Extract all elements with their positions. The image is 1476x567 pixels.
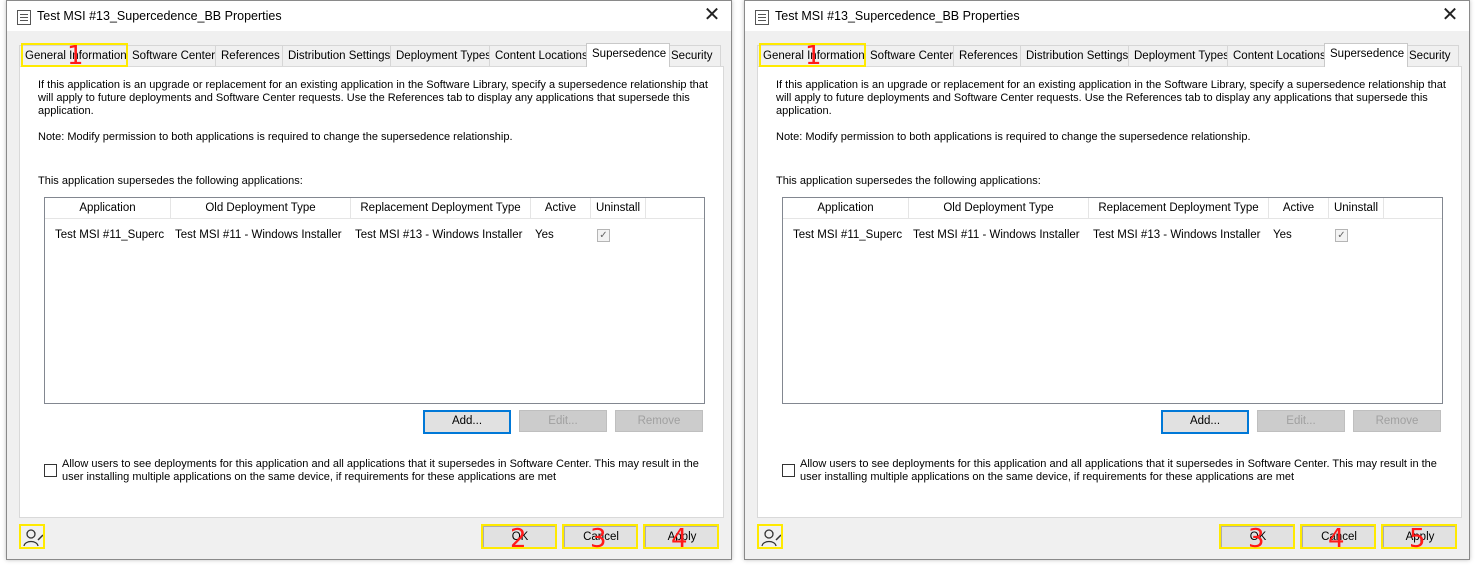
- tab-distribution-settings[interactable]: Distribution Settings: [282, 45, 395, 66]
- allow-users-checkbox[interactable]: [782, 464, 795, 477]
- cell-replacement-deployment-type[interactable]: Test MSI #13 - Windows Installer (: [1093, 228, 1263, 243]
- allow-users-label: Allow users to see deployments for this …: [62, 458, 699, 483]
- list-caption: This application supersedes the followin…: [38, 175, 303, 187]
- edit-button[interactable]: Edit...: [519, 410, 607, 432]
- cancel-button[interactable]: Cancel: [1302, 526, 1376, 548]
- remove-button[interactable]: Remove: [1353, 410, 1441, 432]
- feedback-icon[interactable]: [21, 525, 47, 549]
- supersedence-list[interactable]: Application Old Deployment Type Replacem…: [782, 197, 1443, 404]
- ok-button[interactable]: OK: [1221, 526, 1295, 548]
- add-button[interactable]: Add...: [1161, 410, 1249, 434]
- column-header-old-deployment-type[interactable]: Old Deployment Type: [171, 198, 351, 218]
- column-header-application[interactable]: Application: [45, 198, 171, 218]
- tab-content-locations[interactable]: Content Locations: [489, 45, 591, 66]
- tab-security[interactable]: Security: [665, 45, 721, 66]
- column-header-uninstall[interactable]: Uninstall: [1329, 198, 1384, 218]
- title-bar: Test MSI #13_Supercedence_BB Properties …: [7, 1, 731, 31]
- header-divider: [783, 218, 1442, 219]
- list-caption: This application supersedes the followin…: [776, 175, 1041, 187]
- ok-button[interactable]: OK: [483, 526, 557, 548]
- tab-supersedence[interactable]: Supersedence: [586, 43, 670, 67]
- properties-icon: [755, 10, 769, 25]
- cell-active[interactable]: Yes: [535, 228, 575, 243]
- column-header-replacement-deployment-type[interactable]: Replacement Deployment Type: [1089, 198, 1269, 218]
- properties-dialog-right: Test MSI #13_Supercedence_BB Properties …: [744, 0, 1470, 560]
- column-header-application[interactable]: Application: [783, 198, 909, 218]
- cell-old-deployment-type[interactable]: Test MSI #11 - Windows Installer (: [913, 228, 1083, 243]
- tab-strip: General Information Software Center Refe…: [19, 43, 725, 67]
- cell-application[interactable]: Test MSI #11_Superc: [55, 228, 167, 243]
- tab-general-information[interactable]: General Information: [19, 45, 131, 66]
- properties-dialog-left: Test MSI #13_Supercedence_BB Properties …: [6, 0, 732, 560]
- tab-references[interactable]: References: [953, 45, 1025, 66]
- add-button[interactable]: Add...: [423, 410, 511, 434]
- column-header-replacement-deployment-type[interactable]: Replacement Deployment Type: [351, 198, 531, 218]
- dialog-title: Test MSI #13_Supercedence_BB Properties: [37, 9, 282, 23]
- tab-supersedence[interactable]: Supersedence: [1324, 43, 1408, 67]
- cell-old-deployment-type[interactable]: Test MSI #11 - Windows Installer (: [175, 228, 345, 243]
- tab-content-locations[interactable]: Content Locations: [1227, 45, 1329, 66]
- supersedence-list[interactable]: Application Old Deployment Type Replacem…: [44, 197, 705, 404]
- tab-references[interactable]: References: [215, 45, 287, 66]
- column-header-active[interactable]: Active: [1269, 198, 1329, 218]
- tab-software-center[interactable]: Software Center: [126, 45, 220, 66]
- supersedence-panel: If this application is an upgrade or rep…: [757, 66, 1462, 518]
- supersedence-panel: If this application is an upgrade or rep…: [19, 66, 724, 518]
- close-icon[interactable]: ✕: [1439, 5, 1461, 27]
- cancel-button[interactable]: Cancel: [564, 526, 638, 548]
- allow-users-checkbox[interactable]: [44, 464, 57, 477]
- edit-button[interactable]: Edit...: [1257, 410, 1345, 432]
- tab-software-center[interactable]: Software Center: [864, 45, 958, 66]
- remove-button[interactable]: Remove: [615, 410, 703, 432]
- uninstall-checkbox[interactable]: ✓: [1335, 229, 1348, 242]
- apply-button[interactable]: Apply: [1383, 526, 1457, 548]
- cell-replacement-deployment-type[interactable]: Test MSI #13 - Windows Installer (: [355, 228, 525, 243]
- properties-icon: [17, 10, 31, 25]
- uninstall-checkbox[interactable]: ✓: [597, 229, 610, 242]
- intro-text: If this application is an upgrade or rep…: [38, 79, 708, 117]
- column-header-uninstall[interactable]: Uninstall: [591, 198, 646, 218]
- column-header-active[interactable]: Active: [531, 198, 591, 218]
- tab-deployment-types[interactable]: Deployment Types: [390, 45, 494, 66]
- cell-application[interactable]: Test MSI #11_Superc: [793, 228, 905, 243]
- tab-strip: General Information Software Center Refe…: [757, 43, 1463, 67]
- allow-users-label: Allow users to see deployments for this …: [800, 458, 1437, 483]
- tab-general-information[interactable]: General Information: [757, 45, 869, 66]
- title-bar: Test MSI #13_Supercedence_BB Properties …: [745, 1, 1469, 31]
- note-text: Note: Modify permission to both applicat…: [38, 131, 513, 143]
- note-text: Note: Modify permission to both applicat…: [776, 131, 1251, 143]
- feedback-icon[interactable]: [759, 525, 785, 549]
- dialog-title: Test MSI #13_Supercedence_BB Properties: [775, 9, 1020, 23]
- tab-security[interactable]: Security: [1403, 45, 1459, 66]
- tab-deployment-types[interactable]: Deployment Types: [1128, 45, 1232, 66]
- tab-distribution-settings[interactable]: Distribution Settings: [1020, 45, 1133, 66]
- column-header-old-deployment-type[interactable]: Old Deployment Type: [909, 198, 1089, 218]
- cell-active[interactable]: Yes: [1273, 228, 1313, 243]
- close-icon[interactable]: ✕: [701, 5, 723, 27]
- apply-button[interactable]: Apply: [645, 526, 719, 548]
- intro-text: If this application is an upgrade or rep…: [776, 79, 1446, 117]
- header-divider: [45, 218, 704, 219]
